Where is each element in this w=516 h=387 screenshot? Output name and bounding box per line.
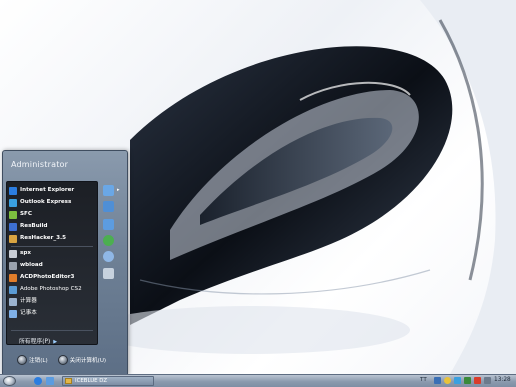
folder-icon bbox=[65, 378, 72, 384]
search-icon[interactable] bbox=[103, 251, 114, 262]
tray-icon-1[interactable] bbox=[434, 377, 441, 384]
tray-icon-4[interactable] bbox=[464, 377, 471, 384]
sfc-icon bbox=[9, 210, 17, 219]
show-desktop-icon[interactable] bbox=[46, 377, 54, 385]
program-notepad[interactable]: 记事本 bbox=[9, 308, 95, 319]
notepad-icon bbox=[9, 309, 17, 318]
resbuild-icon bbox=[9, 222, 17, 231]
internet-explorer-icon bbox=[9, 186, 17, 195]
program-internet-explorer[interactable]: Internet Explorer bbox=[9, 185, 95, 196]
program-spx[interactable]: spx bbox=[9, 248, 95, 259]
start-menu: Administrator Internet Explorer Outlook … bbox=[2, 150, 128, 375]
acdphotoeditor-icon bbox=[9, 273, 17, 282]
program-wbload[interactable]: wbload bbox=[9, 260, 95, 271]
ie-quicklaunch-icon[interactable] bbox=[34, 377, 42, 385]
start-button[interactable] bbox=[3, 376, 16, 386]
all-programs-label: 所有程序(P) bbox=[19, 339, 51, 345]
my-computer-icon[interactable] bbox=[103, 201, 114, 212]
control-panel-icon[interactable] bbox=[103, 219, 114, 230]
calculator-icon bbox=[9, 297, 17, 306]
tray-icon-5[interactable] bbox=[474, 377, 481, 384]
tray-icon-2[interactable] bbox=[444, 377, 451, 384]
program-calculator[interactable]: 计算器 bbox=[9, 296, 95, 307]
program-outlook-express[interactable]: Outlook Express bbox=[9, 197, 95, 208]
language-indicator[interactable]: TT bbox=[420, 377, 427, 383]
photoshop-icon bbox=[9, 285, 17, 294]
my-documents-icon[interactable] bbox=[103, 185, 114, 196]
power-icon bbox=[57, 355, 68, 365]
program-photoshop[interactable]: Adobe Photoshop CS2 bbox=[9, 284, 95, 295]
wbload-icon bbox=[9, 261, 17, 270]
start-menu-username: Administrator bbox=[11, 160, 69, 169]
program-sfc[interactable]: SFC bbox=[9, 209, 95, 220]
tray-icon-3[interactable] bbox=[454, 377, 461, 384]
start-menu-program-list: Internet Explorer Outlook Express SFC Re… bbox=[6, 181, 98, 345]
program-acdphotoeditor[interactable]: ACDPhotoEditor3 bbox=[9, 272, 95, 283]
taskbar: ICEBLUE DZ TT 13:28 bbox=[0, 374, 516, 387]
logoff-button[interactable]: 注销(L) bbox=[17, 355, 48, 365]
taskbar-button-iceblue[interactable]: ICEBLUE DZ bbox=[62, 376, 154, 386]
start-menu-places: ▸ bbox=[99, 181, 125, 321]
arrow-right-icon: ▶ bbox=[53, 339, 58, 345]
spx-icon bbox=[9, 249, 17, 258]
shutdown-label: 关闭计算机(U) bbox=[69, 358, 107, 364]
outlook-express-icon bbox=[9, 198, 17, 207]
run-icon[interactable] bbox=[103, 268, 114, 279]
program-resbuild[interactable]: ResBuild bbox=[9, 221, 95, 232]
taskbar-button-label: ICEBLUE DZ bbox=[75, 378, 108, 384]
start-menu-separator bbox=[11, 330, 93, 331]
logoff-label: 注销(L) bbox=[29, 358, 48, 364]
logoff-icon bbox=[17, 355, 27, 365]
network-icon[interactable] bbox=[103, 235, 114, 246]
start-menu-separator bbox=[11, 246, 93, 247]
program-reshacker[interactable]: ResHacker_3.5 bbox=[9, 233, 95, 244]
all-programs-button[interactable]: 所有程序(P) ▶ bbox=[19, 336, 57, 345]
start-menu-footer: 注销(L) 关闭计算机(U) bbox=[3, 349, 127, 371]
shutdown-button[interactable]: 关闭计算机(U) bbox=[57, 355, 107, 365]
reshacker-icon bbox=[9, 234, 17, 243]
clock[interactable]: 13:28 bbox=[494, 377, 511, 383]
tray-icon-6[interactable] bbox=[484, 377, 491, 384]
submenu-arrow-icon: ▸ bbox=[117, 187, 120, 193]
